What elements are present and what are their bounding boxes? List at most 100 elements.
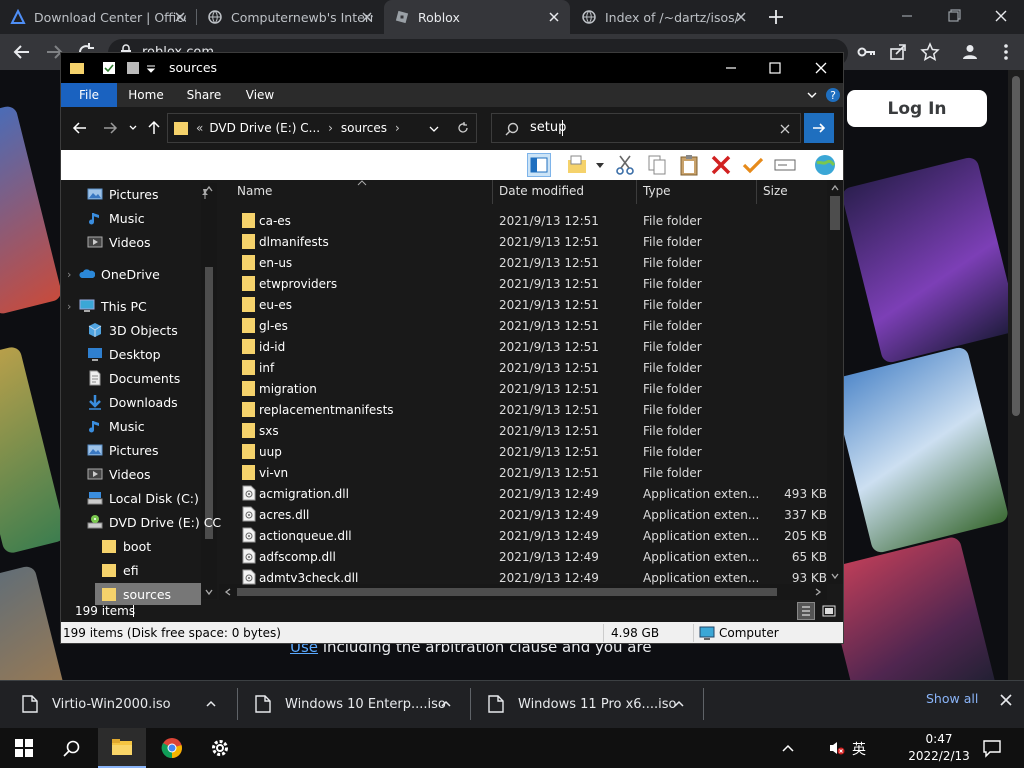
chevron-up-icon[interactable] bbox=[439, 697, 453, 711]
file-row[interactable]: en-us 2021/9/13 12:51 File folder bbox=[219, 252, 827, 273]
file-row[interactable]: actionqueue.dll 2021/9/13 12:49 Applicatio… bbox=[219, 525, 827, 546]
file-row[interactable]: uup 2021/9/13 12:51 File folder bbox=[219, 441, 827, 462]
address-path[interactable]: « DVD Drive (E:) C... › sources › bbox=[167, 113, 477, 143]
search-input[interactable]: setup bbox=[530, 120, 566, 135]
close-window-icon[interactable] bbox=[990, 6, 1012, 26]
cut-icon[interactable] bbox=[613, 153, 637, 177]
scroll-down-icon[interactable] bbox=[830, 571, 840, 581]
scroll-down-icon[interactable] bbox=[204, 587, 214, 597]
column-divider[interactable] bbox=[756, 180, 757, 204]
breadcrumb-folder[interactable]: sources bbox=[341, 121, 387, 135]
profile-icon[interactable] bbox=[960, 42, 980, 62]
new-folder-icon[interactable] bbox=[125, 60, 141, 76]
new-tab-icon[interactable] bbox=[766, 7, 786, 27]
download-item[interactable]: Windows 10 Enterp....iso bbox=[255, 680, 465, 728]
paste-icon[interactable] bbox=[677, 153, 701, 177]
start-button[interactable] bbox=[0, 728, 48, 768]
dropdown-arrow-icon[interactable] bbox=[595, 160, 605, 170]
up-icon[interactable] bbox=[145, 119, 163, 137]
file-row[interactable]: id-id 2021/9/13 12:51 File folder bbox=[219, 336, 827, 357]
download-item[interactable]: Windows 11 Pro x6....iso bbox=[488, 680, 698, 728]
nav-item[interactable]: boot bbox=[101, 535, 151, 557]
download-item[interactable]: Virtio-Win2000.iso bbox=[22, 680, 232, 728]
close-icon[interactable] bbox=[172, 9, 188, 25]
file-row[interactable]: acres.dll 2021/9/13 12:49 Application exte… bbox=[219, 504, 827, 525]
chevron-right-icon[interactable]: › bbox=[67, 268, 71, 281]
preview-pane-button[interactable] bbox=[527, 153, 551, 177]
file-row[interactable]: eu-es 2021/9/13 12:51 File folder bbox=[219, 294, 827, 315]
details-view-button[interactable] bbox=[797, 602, 815, 620]
properties-folder-icon[interactable] bbox=[565, 153, 589, 177]
bookmark-star-icon[interactable] bbox=[920, 42, 940, 62]
nav-item[interactable]: Videos bbox=[87, 463, 151, 485]
nav-item[interactable]: Pictures bbox=[87, 183, 211, 205]
address-dropdown-icon[interactable] bbox=[428, 123, 440, 135]
scroll-right-icon[interactable] bbox=[813, 587, 823, 597]
customize-qat-icon[interactable] bbox=[145, 62, 157, 74]
tab-file[interactable]: File bbox=[61, 83, 117, 107]
taskbar-chrome[interactable] bbox=[148, 728, 196, 768]
column-size[interactable]: Size bbox=[763, 184, 788, 198]
rename-check-icon[interactable] bbox=[741, 153, 765, 177]
tab-roblox[interactable]: Roblox bbox=[384, 0, 570, 34]
nav-item[interactable]: DVD Drive (E:) CC bbox=[87, 511, 221, 533]
horizontal-scrollbar-thumb[interactable] bbox=[237, 588, 777, 596]
breadcrumb-drive[interactable]: DVD Drive (E:) C... bbox=[209, 121, 320, 135]
page-scrollbar-thumb[interactable] bbox=[1012, 76, 1020, 416]
forward-icon[interactable] bbox=[101, 119, 119, 137]
scroll-up-icon[interactable] bbox=[830, 183, 840, 193]
search-go-button[interactable] bbox=[804, 113, 834, 143]
file-row[interactable]: adfscomp.dll 2021/9/13 12:49 Application e… bbox=[219, 546, 827, 567]
column-divider[interactable] bbox=[636, 180, 637, 204]
back-icon[interactable] bbox=[12, 42, 32, 62]
ime-indicator[interactable]: 英 bbox=[852, 739, 866, 759]
column-divider[interactable] bbox=[492, 180, 493, 204]
close-shelf-icon[interactable] bbox=[998, 692, 1014, 708]
nav-scrollbar-thumb[interactable] bbox=[205, 267, 213, 539]
file-list-scrollbar-thumb[interactable] bbox=[830, 196, 840, 230]
volume-muted-icon[interactable] bbox=[828, 740, 846, 756]
tab-home[interactable]: Home bbox=[121, 83, 171, 107]
search-button[interactable] bbox=[48, 728, 96, 768]
properties-icon[interactable] bbox=[101, 60, 117, 76]
column-name[interactable]: Name bbox=[237, 184, 272, 198]
nav-item[interactable]: sources bbox=[95, 583, 201, 605]
tab-share[interactable]: Share bbox=[179, 83, 229, 107]
chevron-up-icon[interactable] bbox=[204, 697, 218, 711]
file-row[interactable]: acmigration.dll 2021/9/13 12:49 Applicatio… bbox=[219, 483, 827, 504]
help-icon[interactable]: ? bbox=[825, 87, 841, 103]
copy-icon[interactable] bbox=[645, 153, 669, 177]
search-box[interactable]: setup bbox=[491, 113, 801, 143]
minimize-icon[interactable] bbox=[721, 58, 741, 78]
back-icon[interactable] bbox=[71, 119, 89, 137]
restore-icon[interactable] bbox=[943, 6, 965, 26]
nav-item[interactable]: Local Disk (C:) bbox=[87, 487, 199, 509]
file-row[interactable]: gl-es 2021/9/13 12:51 File folder bbox=[219, 315, 827, 336]
tab-view[interactable]: View bbox=[235, 83, 285, 107]
refresh-icon[interactable] bbox=[456, 121, 470, 135]
show-all-link[interactable]: Show all bbox=[926, 691, 978, 706]
rename-field-icon[interactable] bbox=[773, 153, 797, 177]
file-row[interactable]: replacementmanifests 2021/9/13 12:51 File … bbox=[219, 399, 827, 420]
pin-icon[interactable] bbox=[199, 188, 211, 200]
nav-item[interactable]: efi bbox=[101, 559, 139, 581]
globe-icon[interactable] bbox=[813, 153, 837, 177]
share-icon[interactable] bbox=[888, 42, 908, 62]
taskbar-settings[interactable] bbox=[196, 728, 244, 768]
minimize-icon[interactable] bbox=[896, 6, 918, 26]
taskbar-file-explorer[interactable] bbox=[98, 728, 146, 768]
close-icon[interactable] bbox=[733, 9, 749, 25]
nav-item[interactable]: 3D Objects bbox=[87, 319, 178, 341]
page-scrollbar[interactable] bbox=[1008, 70, 1024, 680]
tab-download-center[interactable]: Download Center | Office bbox=[0, 0, 196, 34]
nav-item[interactable]: Documents bbox=[87, 367, 180, 389]
nav-item[interactable]: Music bbox=[87, 415, 145, 437]
breadcrumb-overflow[interactable]: « bbox=[196, 121, 203, 135]
file-row[interactable]: dlmanifests 2021/9/13 12:51 File folder bbox=[219, 231, 827, 252]
recent-locations-icon[interactable] bbox=[127, 122, 139, 134]
close-icon[interactable] bbox=[811, 58, 831, 78]
file-row[interactable]: etwproviders 2021/9/13 12:51 File folder bbox=[219, 273, 827, 294]
maximize-icon[interactable] bbox=[765, 58, 785, 78]
chevron-up-icon[interactable] bbox=[672, 697, 686, 711]
scroll-left-icon[interactable] bbox=[223, 587, 233, 597]
